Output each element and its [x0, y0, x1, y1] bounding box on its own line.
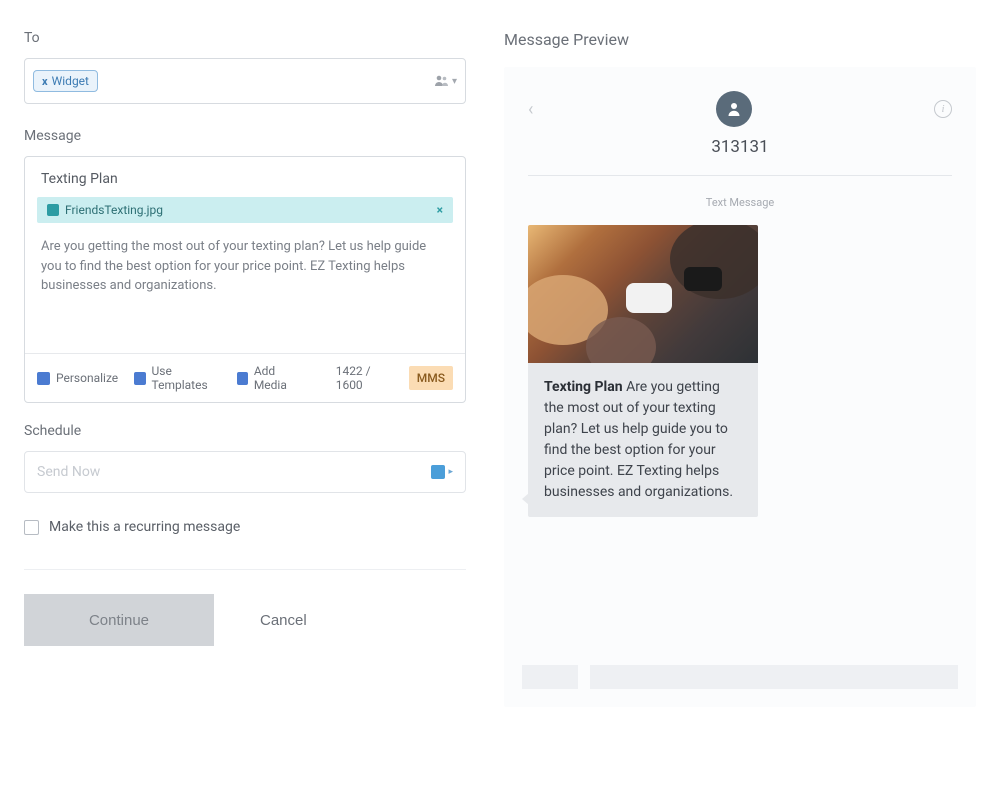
attachment-chip: FriendsTexting.jpg ×: [37, 197, 453, 223]
add-media-button[interactable]: Add Media: [237, 364, 304, 392]
preview-attachment-image: [528, 225, 758, 363]
preview-title: Message Preview: [504, 30, 976, 49]
recurring-option[interactable]: Make this a recurring message: [24, 519, 466, 535]
message-body[interactable]: Are you getting the most out of your tex…: [25, 233, 465, 353]
preview-pane: ‹ i 313131 Text Message Texting Plan: [504, 67, 976, 707]
footer-placeholder-large: [590, 665, 958, 689]
to-input[interactable]: x Widget ▾: [24, 58, 466, 104]
schedule-input[interactable]: Send Now ▸: [24, 451, 466, 493]
use-templates-button[interactable]: Use Templates: [134, 364, 220, 392]
message-subject[interactable]: Texting Plan: [25, 157, 465, 197]
to-label: To: [24, 30, 466, 46]
templates-icon: [134, 372, 145, 385]
schedule-placeholder: Send Now: [37, 464, 100, 480]
info-icon[interactable]: i: [934, 100, 952, 118]
chip-remove-icon[interactable]: x: [42, 75, 48, 88]
image-file-icon: [47, 204, 59, 216]
remove-attachment-icon[interactable]: ×: [437, 203, 443, 217]
schedule-label: Schedule: [24, 423, 466, 439]
media-icon: [237, 372, 248, 385]
add-contacts-icon[interactable]: ▾: [434, 75, 457, 87]
recipient-chip[interactable]: x Widget: [33, 70, 98, 92]
preview-message-bubble: Texting Plan Are you getting the most ou…: [528, 363, 758, 517]
calendar-icon[interactable]: ▸: [431, 465, 453, 479]
mms-badge: MMS: [409, 366, 453, 390]
message-composer: Texting Plan FriendsTexting.jpg × Are yo…: [24, 156, 466, 403]
footer-placeholder-small: [522, 665, 578, 689]
continue-button[interactable]: Continue: [24, 594, 214, 646]
attachment-filename: FriendsTexting.jpg: [65, 203, 163, 217]
preview-sender-number: 313131: [522, 137, 958, 157]
preview-divider: [528, 175, 952, 176]
preview-bubble-body: Are you getting the most out of your tex…: [544, 379, 733, 500]
personalize-button[interactable]: Personalize: [37, 371, 118, 385]
preview-footer: [522, 665, 958, 689]
message-label: Message: [24, 128, 466, 144]
cancel-button[interactable]: Cancel: [254, 611, 313, 630]
text-message-label: Text Message: [522, 196, 958, 209]
divider: [24, 569, 466, 570]
preview-bubble-subject: Texting Plan: [544, 379, 623, 395]
message-toolbar: Personalize Use Templates Add Media 1422…: [25, 353, 465, 402]
back-chevron-icon[interactable]: ‹: [528, 99, 533, 120]
recurring-label: Make this a recurring message: [49, 519, 240, 535]
personalize-icon: [37, 372, 50, 385]
recurring-checkbox[interactable]: [24, 520, 39, 535]
avatar-icon: [716, 91, 752, 127]
character-count: 1422 / 1600: [336, 364, 393, 392]
chip-label: Widget: [52, 74, 89, 88]
